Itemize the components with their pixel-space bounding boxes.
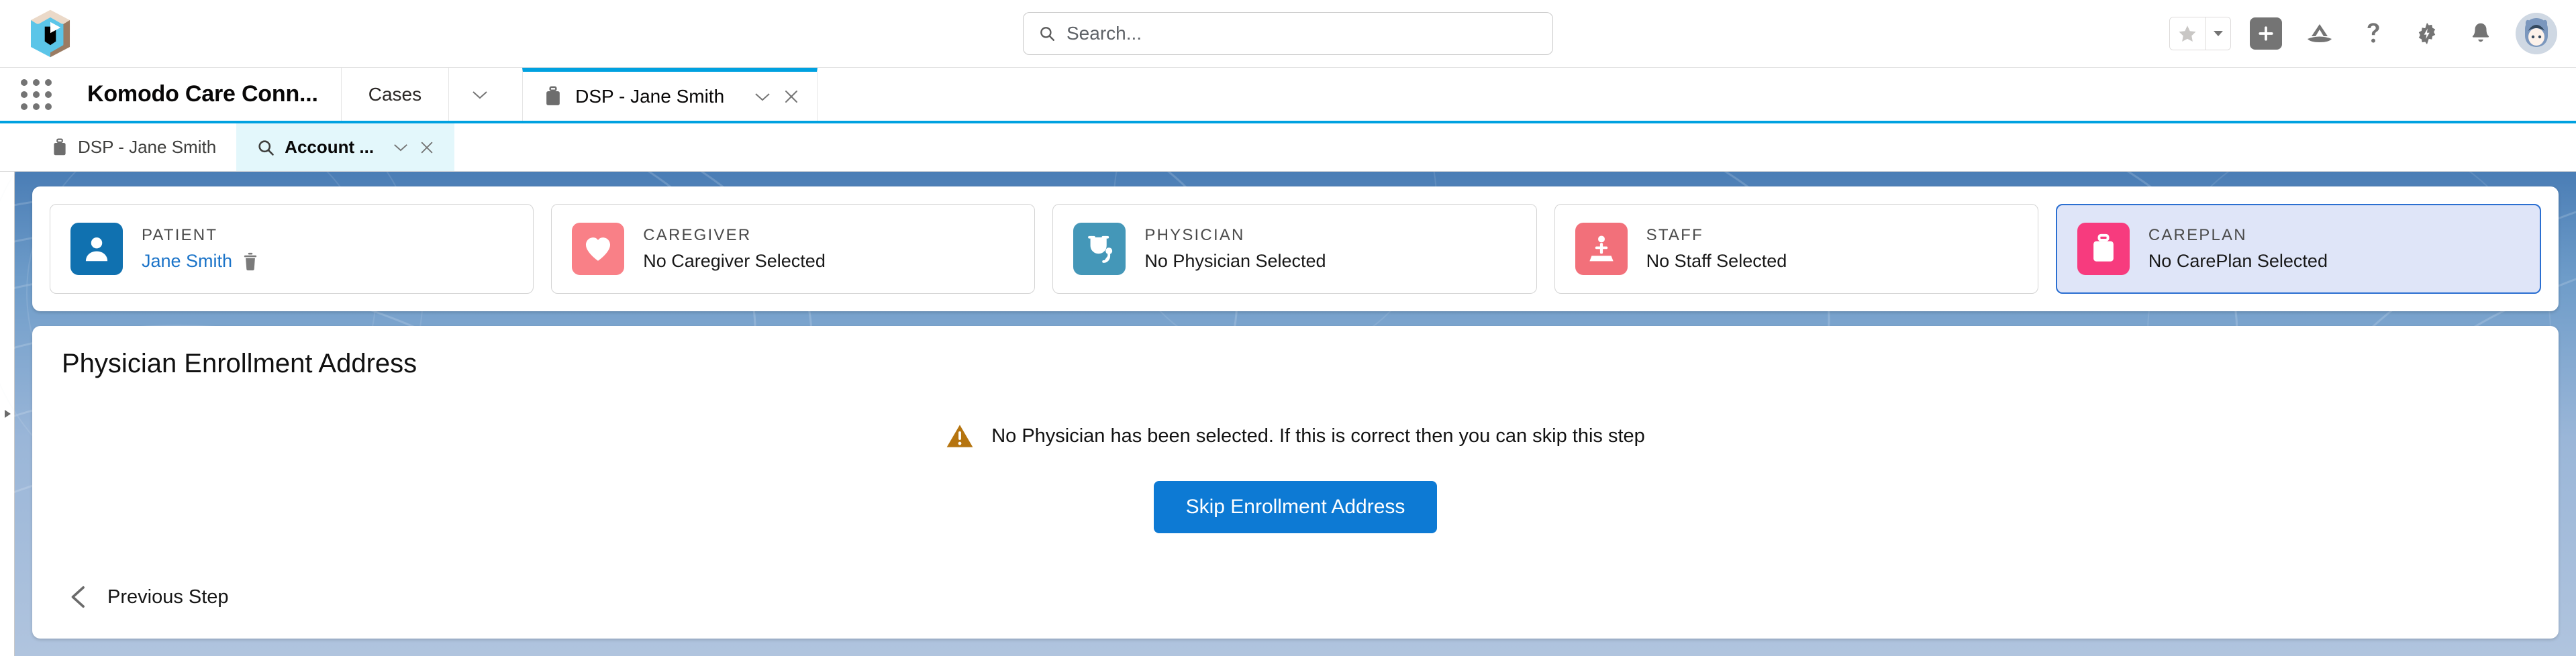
selector-card-label: STAFF (1646, 226, 1703, 244)
physician-text: PHYSICIAN No Physician Selected (1144, 226, 1326, 272)
briefcase-icon (2093, 233, 2114, 262)
close-icon[interactable] (783, 89, 799, 105)
patient-tile (70, 223, 123, 275)
chevron-down-icon[interactable] (754, 91, 771, 102)
heart-icon (586, 237, 611, 261)
selector-card-value: No Caregiver Selected (643, 251, 826, 271)
left-collapse-rail[interactable] (0, 172, 15, 656)
komodo-cube-logo[interactable] (0, 8, 101, 59)
application-window: Komodo Care Conn... Cases DSP - Jane Smi… (0, 0, 2576, 656)
favorites-star-button[interactable] (2170, 17, 2205, 50)
warning-message: No Physician has been selected. If this … (946, 423, 1645, 449)
briefcase-icon (54, 138, 66, 155)
careplan-text: CAREPLAN No CarePlan Selected (2148, 226, 2328, 272)
briefcase-icon (546, 86, 560, 105)
content-panel: Physician Enrollment Address No Physicia… (32, 326, 2559, 639)
gear-icon (2418, 22, 2436, 45)
search-icon (258, 140, 274, 156)
global-header (0, 0, 2576, 67)
chevron-down-icon (472, 91, 487, 99)
participant-selector-strip: PATIENT Jane Smith CAREGIVER No Caregive… (32, 186, 2559, 311)
sub-tab-label: Account ... (285, 137, 375, 157)
mountain-icon (2308, 24, 2332, 42)
app-navigation-bar: Komodo Care Conn... Cases DSP - Jane Smi… (0, 67, 2576, 123)
previous-step-button[interactable]: Previous Step (62, 584, 229, 639)
selector-card-value: No Staff Selected (1646, 251, 1787, 271)
patient-text: PATIENT Jane Smith (142, 226, 259, 272)
warning-text: No Physician has been selected. If this … (991, 425, 1645, 447)
panel-body: No Physician has been selected. If this … (62, 379, 2529, 584)
careplan-tile (2077, 223, 2130, 275)
sub-tab-account[interactable]: Account ... (236, 123, 455, 171)
notifications-button[interactable] (2462, 15, 2499, 52)
chevron-down-icon (2213, 31, 2223, 36)
selector-card-label: CAREGIVER (643, 226, 752, 244)
global-create-button[interactable] (2247, 15, 2285, 52)
workspace-tab-label: DSP - Jane Smith (575, 85, 725, 107)
workspace-tab-actions (754, 89, 799, 105)
chevron-down-icon[interactable] (393, 142, 409, 152)
favorites-dropdown-button[interactable] (2205, 17, 2230, 50)
sub-tab-actions (393, 140, 434, 155)
plus-icon (2259, 26, 2273, 41)
staff-tile (1575, 223, 1628, 275)
previous-step-label: Previous Step (107, 586, 229, 608)
sub-tab-bar: DSP - Jane Smith Account ... (0, 123, 2576, 172)
star-icon (2179, 25, 2196, 42)
global-search[interactable] (1023, 12, 1553, 55)
selector-card-patient[interactable]: PATIENT Jane Smith (50, 204, 534, 294)
app-name[interactable]: Komodo Care Conn... (72, 68, 341, 121)
caregiver-text: CAREGIVER No Caregiver Selected (643, 226, 826, 272)
chevron-left-icon (71, 586, 85, 608)
selector-card-value: No CarePlan Selected (2148, 251, 2328, 271)
selector-card-value-row: Jane Smith (142, 251, 259, 272)
staff-text: STAFF No Staff Selected (1646, 226, 1787, 272)
physician-tile (1073, 223, 1126, 275)
setup-button[interactable] (2408, 15, 2446, 52)
search-input[interactable] (1067, 23, 1538, 44)
patient-name-link[interactable]: Jane Smith (142, 251, 232, 272)
stethoscope-icon (1088, 235, 1113, 263)
page-title: Physician Enrollment Address (62, 349, 417, 378)
app-launcher-button[interactable] (0, 68, 72, 121)
selector-card-value: No Physician Selected (1144, 251, 1326, 271)
nav-overflow-button[interactable] (448, 68, 510, 121)
warning-triangle-icon (946, 425, 973, 447)
sub-tab-dsp-jane-smith[interactable]: DSP - Jane Smith (31, 123, 236, 171)
favorites-group[interactable] (2169, 17, 2231, 50)
selector-card-physician[interactable]: PHYSICIAN No Physician Selected (1052, 204, 1537, 294)
staff-podium-icon (1589, 235, 1614, 262)
selector-card-label: CAREPLAN (2148, 226, 2247, 244)
search-box[interactable] (1023, 12, 1553, 55)
canvas-content: PATIENT Jane Smith CAREGIVER No Caregive… (15, 172, 2576, 656)
skip-enrollment-address-button[interactable]: Skip Enrollment Address (1153, 481, 1438, 533)
workspace-tab-dsp[interactable]: DSP - Jane Smith (522, 68, 818, 121)
sub-tab-label: DSP - Jane Smith (78, 137, 217, 157)
selector-card-staff[interactable]: STAFF No Staff Selected (1554, 204, 2038, 294)
trailhead-button[interactable] (2301, 15, 2338, 52)
selector-card-careplan[interactable]: CAREPLAN No CarePlan Selected (2055, 204, 2542, 294)
app-launcher-icon (21, 78, 52, 110)
global-actions (2169, 13, 2576, 54)
plus-tile (2250, 17, 2282, 50)
nav-tab-cases[interactable]: Cases (340, 68, 448, 121)
avatar-icon (2516, 13, 2557, 54)
selector-card-label: PHYSICIAN (1144, 226, 1245, 244)
bell-icon (2472, 23, 2489, 42)
selector-card-caregiver[interactable]: CAREGIVER No Caregiver Selected (551, 204, 1036, 294)
search-icon (1040, 27, 1054, 41)
komodo-cube-logo-icon (30, 9, 70, 58)
person-icon (85, 237, 108, 262)
trash-icon[interactable] (242, 252, 259, 271)
chevron-right-icon (4, 410, 11, 418)
page-canvas: PATIENT Jane Smith CAREGIVER No Caregive… (0, 172, 2576, 656)
help-button[interactable] (2355, 15, 2392, 52)
question-mark-icon (2367, 23, 2379, 43)
caregiver-tile (572, 223, 625, 275)
close-icon[interactable] (419, 140, 434, 155)
selector-card-label: PATIENT (142, 226, 218, 244)
avatar[interactable] (2516, 13, 2557, 54)
